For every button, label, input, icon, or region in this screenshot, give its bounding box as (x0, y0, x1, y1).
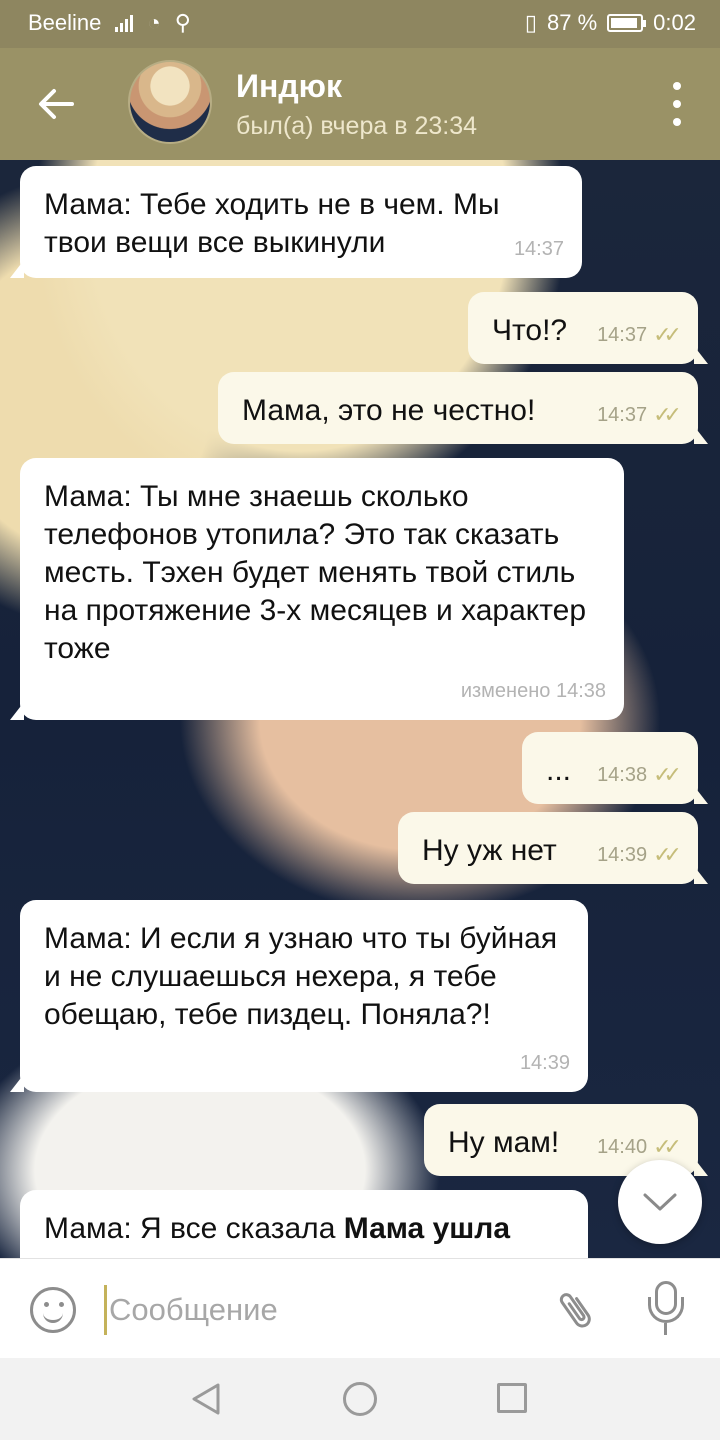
message-meta: 14:37 ✓✓ (597, 316, 682, 354)
wifi-icon: ◔ (147, 10, 161, 35)
message-composer (0, 1258, 720, 1358)
message-text: Мама: Ты мне знаешь сколько телефонов ут… (44, 480, 587, 665)
message-meta: 14:37 ✓✓ (597, 396, 682, 434)
chevron-down-icon (643, 1193, 677, 1211)
message-time: 14:39 (519, 1052, 570, 1074)
message-outgoing[interactable]: ... 14:38 ✓✓ (522, 732, 708, 804)
message-meta: 14:37 (514, 230, 564, 268)
carrier-label: Beeline (28, 10, 102, 35)
message-meta: 14:39 (520, 1044, 570, 1082)
nav-back-icon[interactable] (190, 1382, 222, 1416)
message-time: 14:39 (597, 844, 648, 866)
message-incoming[interactable]: Мама: Тебе ходить не в чем. Мы твои вещи… (10, 166, 582, 278)
double-check-icon: ✓✓ (653, 762, 682, 787)
back-button[interactable] (24, 76, 88, 132)
message-incoming[interactable]: Мама: И если я узнаю что ты буйная и не … (10, 900, 588, 1092)
message-time: 14:37 (597, 404, 648, 426)
last-seen-status: был(а) вчера в 23:34 (236, 112, 478, 140)
message-text: Мама: И если я узнаю что ты буйная и не … (44, 922, 558, 1031)
battery-percent: 87 % (547, 10, 598, 35)
message-meta: 14:39 ✓✓ (597, 836, 682, 874)
status-right: ▯ 87 % 0:02 (525, 10, 696, 36)
scroll-to-bottom-button[interactable] (618, 1160, 702, 1244)
message-meta: 14:38 ✓✓ (597, 756, 682, 794)
message-time: 14:37 (597, 324, 648, 346)
nav-recents-icon[interactable] (497, 1383, 527, 1413)
signal-icon (115, 14, 134, 32)
message-list[interactable]: Мама: Тебе ходить не в чем. Мы твои вещи… (0, 160, 720, 1258)
system-nav-bar (0, 1358, 720, 1440)
message-text: Мама: Я все сказала Мама ушла (44, 1210, 564, 1248)
message-time: 14:38 (597, 764, 648, 786)
emoji-button[interactable] (30, 1287, 76, 1333)
message-incoming[interactable]: Мама: Ты мне знаешь сколько телефонов ут… (10, 458, 624, 720)
search-icon: ⚲ (174, 10, 191, 35)
message-outgoing[interactable]: Что!? 14:37 ✓✓ (468, 292, 708, 364)
message-input[interactable] (104, 1285, 524, 1335)
message-text-bold: Мама ушла (343, 1212, 511, 1245)
more-menu-button[interactable] (662, 82, 692, 126)
microphone-button[interactable] (646, 1281, 686, 1341)
message-meta: изменено 14:38 (461, 672, 606, 710)
attach-button[interactable] (541, 1274, 611, 1346)
double-check-icon: ✓✓ (653, 402, 682, 427)
arrow-left-icon (39, 89, 74, 119)
nav-home-icon[interactable] (343, 1382, 377, 1416)
status-bar: Beeline ◔ ⚲ ▯ 87 % 0:02 (0, 0, 720, 48)
message-text: Мама: Тебе ходить не в чем. Мы твои вещи… (44, 188, 500, 259)
message-time: изменено 14:38 (460, 680, 606, 702)
vibrate-icon: ▯ (524, 10, 538, 35)
message-outgoing[interactable]: Мама, это не честно! 14:37 ✓✓ (218, 372, 708, 444)
message-outgoing[interactable]: Ну уж нет 14:39 ✓✓ (398, 812, 708, 884)
more-vertical-icon (673, 82, 681, 90)
contact-name[interactable]: Индюк (236, 68, 342, 105)
message-incoming[interactable]: Мама: Я все сказала Мама ушла (20, 1190, 588, 1258)
status-left: Beeline ◔ ⚲ (28, 10, 191, 36)
battery-icon (607, 14, 647, 32)
contact-avatar[interactable] (128, 60, 212, 144)
message-time: 14:40 (597, 1136, 648, 1158)
double-check-icon: ✓✓ (653, 322, 682, 347)
paperclip-icon (559, 1293, 591, 1328)
chat-header: Индюк был(а) вчера в 23:34 (0, 48, 720, 160)
double-check-icon: ✓✓ (653, 842, 682, 867)
clock: 0:02 (653, 10, 696, 35)
message-text-prefix: Мама: Я все сказала (44, 1212, 344, 1245)
message-time: 14:37 (513, 238, 564, 260)
